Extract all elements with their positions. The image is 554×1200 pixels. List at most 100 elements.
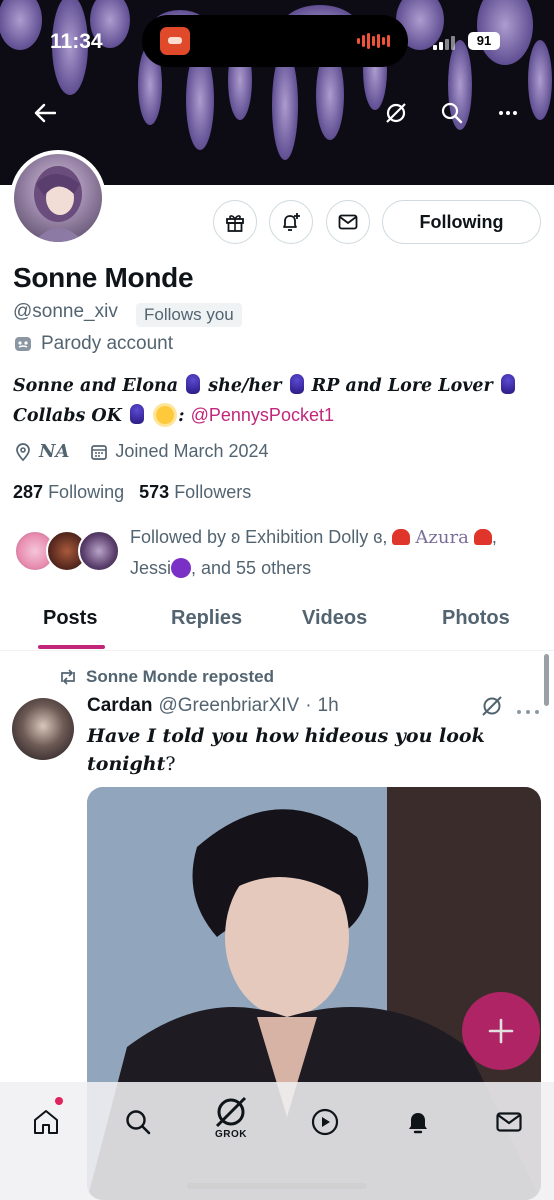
tab-posts[interactable]: Posts: [43, 607, 97, 630]
post-grok-button[interactable]: [480, 694, 504, 723]
nav-videos[interactable]: [307, 1104, 343, 1140]
hyacinth-emoji-icon: [186, 374, 201, 394]
grok-icon: [386, 103, 406, 123]
bio-mention-link[interactable]: @PennysPocket1: [191, 405, 334, 425]
hyacinth-emoji-icon: [129, 404, 144, 424]
gift-button[interactable]: [213, 200, 257, 244]
tab-replies[interactable]: Replies: [171, 607, 242, 630]
followed-by-part: Jessi: [130, 558, 172, 578]
followers-link[interactable]: 573 Followers: [139, 482, 251, 502]
hyacinth-emoji-icon: [289, 374, 304, 394]
followed-by-avatars[interactable]: [14, 530, 124, 576]
nav-grok[interactable]: [213, 1094, 249, 1130]
mail-icon: [338, 214, 358, 230]
parody-text: Parody account: [41, 333, 174, 354]
following-button[interactable]: Following: [382, 200, 541, 244]
followed-by-part: Followed by ʚ Exhibition Dolly ɞ,: [130, 527, 388, 547]
nav-messages[interactable]: [491, 1104, 527, 1140]
hyacinth-emoji-icon: [500, 374, 515, 394]
active-tab-indicator: [38, 645, 105, 649]
more-button[interactable]: [490, 95, 526, 131]
grok-label: GROK: [215, 1129, 247, 1140]
followers-label: Followers: [174, 482, 252, 502]
bio-text: RP and Lore Lover: [311, 376, 493, 396]
location-pin-icon: [16, 442, 30, 461]
parody-label: Parody account: [13, 333, 173, 355]
dynamic-island: [142, 15, 408, 67]
post-author-handle[interactable]: @GreenbriarXIV: [158, 695, 299, 717]
post-header: Cardan @GreenbriarXIV · 1h: [87, 695, 339, 717]
followers-count: 573: [139, 482, 170, 502]
post-more-button[interactable]: [515, 700, 541, 723]
nav-notifications[interactable]: [400, 1104, 436, 1140]
nav-search[interactable]: [120, 1104, 156, 1140]
battery-indicator: 91: [468, 32, 500, 50]
post-text-end: ?: [165, 753, 176, 775]
avatar: [78, 530, 120, 572]
avatar-illustration: [34, 166, 84, 242]
home-icon: [34, 1110, 58, 1134]
fire-heart-emoji-icon: [392, 529, 411, 545]
location-text: NA: [39, 441, 70, 462]
followed-by-part: Azura: [415, 527, 469, 548]
post-text: Have I told you how hideous you look ton…: [87, 722, 487, 778]
tab-videos[interactable]: Videos: [302, 607, 367, 630]
back-arrow-icon: [34, 103, 56, 123]
profile-name: Sonne Monde: [13, 262, 194, 293]
profile-meta: NA Joined March 2024: [13, 441, 269, 462]
more-icon: [517, 710, 539, 714]
search-icon: [126, 1110, 151, 1135]
status-time: 11:34: [50, 30, 103, 53]
nav-home[interactable]: [28, 1104, 64, 1140]
bell-icon: [409, 1113, 427, 1134]
grok-icon: [215, 1096, 247, 1128]
bio-text: Collabs OK: [13, 406, 122, 426]
notification-dot: [55, 1097, 63, 1105]
mail-icon: [496, 1112, 522, 1132]
following-label: Following: [48, 482, 125, 502]
follows-you-badge: Follows you: [136, 303, 242, 327]
following-count: 287: [13, 482, 44, 502]
followed-by-part: ,: [491, 527, 497, 547]
profile-tabs: Posts Replies Videos Photos: [0, 600, 554, 651]
message-button[interactable]: [326, 200, 370, 244]
grok-button[interactable]: [378, 95, 414, 131]
search-button[interactable]: [434, 95, 470, 131]
post-time: 1h: [317, 695, 339, 716]
back-button[interactable]: [27, 95, 63, 131]
gift-icon: [226, 215, 244, 232]
grok-icon: [482, 696, 502, 716]
signal-icon: [433, 36, 455, 50]
post-author-avatar[interactable]: [12, 698, 74, 760]
audio-wave-icon: [357, 32, 390, 50]
repost-label: Sonne Monde reposted: [58, 667, 274, 687]
recording-app-icon: [160, 27, 190, 55]
repost-text: Sonne Monde reposted: [86, 667, 274, 686]
profile-avatar[interactable]: [10, 150, 106, 246]
scrollbar-thumb[interactable]: [544, 654, 549, 706]
devil-emoji-icon: [171, 558, 192, 578]
followed-by-text[interactable]: Followed by ʚ Exhibition Dolly ɞ, Azura …: [130, 522, 540, 583]
plus-icon: [488, 1018, 514, 1044]
tab-photos[interactable]: Photos: [442, 607, 510, 630]
post-author-name[interactable]: Cardan: [87, 695, 152, 717]
profile-bio: Sonne and Elona she/her RP and Lore Love…: [13, 372, 533, 431]
more-icon: [499, 111, 517, 115]
bio-text: Sonne and Elona: [13, 376, 179, 396]
theater-masks-icon: [15, 337, 31, 351]
separator-dot: ·: [305, 695, 312, 716]
following-link[interactable]: 287 Following: [13, 482, 124, 502]
post-text-main: Have I told you how hideous you look ton…: [87, 725, 485, 775]
fire-heart-emoji-icon: [473, 529, 492, 545]
followed-by-part: , and 55 others: [191, 558, 312, 578]
compose-button[interactable]: [462, 992, 540, 1070]
bio-text: she/her: [208, 376, 282, 396]
bell-plus-icon: [283, 213, 300, 231]
joined-date: Joined March 2024: [115, 441, 269, 461]
repost-icon: [61, 669, 75, 685]
profile-stats: 287 Following 573 Followers: [13, 482, 251, 503]
home-indicator[interactable]: [187, 1183, 367, 1189]
bio-text: :: [178, 406, 185, 426]
notify-button[interactable]: [269, 200, 313, 244]
sun-emoji-icon: [156, 406, 175, 424]
